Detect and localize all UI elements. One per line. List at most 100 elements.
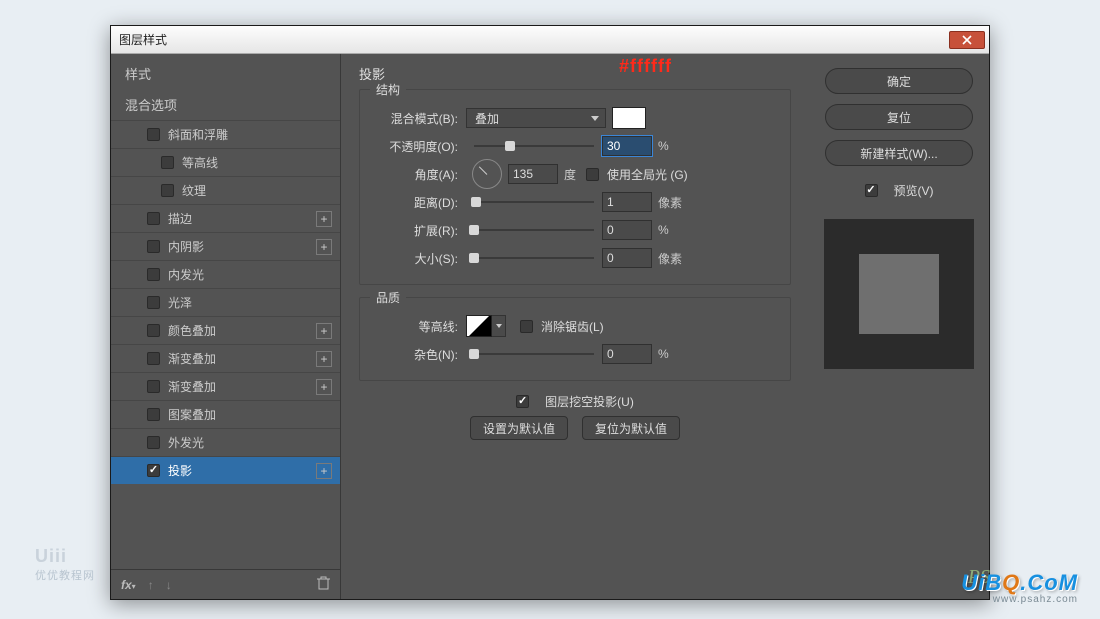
spread-label: 扩展(R): (374, 222, 466, 239)
color-swatch[interactable] (612, 107, 646, 129)
close-button[interactable] (949, 31, 985, 49)
style-item-12[interactable]: 投影 + (111, 456, 340, 484)
opacity-label: 不透明度(O): (374, 138, 466, 155)
blend-mode-select[interactable]: 叠加 (466, 108, 606, 128)
antialias-checkbox[interactable] (520, 320, 533, 333)
style-checkbox[interactable] (161, 184, 174, 197)
add-effect-button[interactable]: + (316, 239, 332, 255)
style-checkbox[interactable] (147, 352, 160, 365)
style-item-label: 渐变叠加 (168, 350, 216, 367)
styles-column: 样式 混合选项 斜面和浮雕等高线纹理描边 + 内阴影 + 内发光光泽颜色叠加 + 渐变叠加 +… (111, 54, 341, 599)
contour-dropdown[interactable] (492, 315, 506, 337)
style-checkbox[interactable] (147, 324, 160, 337)
noise-slider[interactable] (474, 346, 594, 362)
style-checkbox[interactable] (147, 128, 160, 141)
trash-icon[interactable] (317, 576, 330, 593)
preview-checkbox[interactable] (865, 184, 878, 197)
style-item-label: 图案叠加 (168, 406, 216, 423)
style-item-11[interactable]: 外发光 (111, 428, 340, 456)
watermark-right: UiBQ.CoM www.psahz.com (961, 570, 1078, 605)
global-light-label: 使用全局光 (G) (607, 166, 688, 183)
structure-fieldset: 结构 混合模式(B): 叠加 不透明度(O): % 角度(A): 度 (359, 89, 791, 285)
watermark-left: Uiii 优优教程网 (35, 546, 95, 583)
add-effect-button[interactable]: + (316, 463, 332, 479)
noise-label: 杂色(N): (374, 346, 466, 363)
noise-input[interactable] (602, 344, 652, 364)
style-item-label: 纹理 (182, 182, 206, 199)
style-item-label: 斜面和浮雕 (168, 126, 228, 143)
style-item-0[interactable]: 斜面和浮雕 (111, 120, 340, 148)
dialog-title: 图层样式 (119, 31, 167, 48)
style-checkbox[interactable] (147, 212, 160, 225)
style-item-7[interactable]: 颜色叠加 + (111, 316, 340, 344)
quality-legend: 品质 (370, 289, 406, 306)
watermark-logo: UiBQ.CoM (961, 570, 1078, 596)
size-label: 大小(S): (374, 250, 466, 267)
ok-button[interactable]: 确定 (825, 68, 973, 94)
style-item-label: 渐变叠加 (168, 378, 216, 395)
close-icon (962, 35, 972, 45)
opacity-input[interactable] (602, 136, 652, 156)
style-checkbox[interactable] (147, 268, 160, 281)
arrow-up-icon[interactable]: ↑ (148, 578, 154, 592)
angle-dial[interactable] (472, 159, 502, 189)
style-item-label: 内阴影 (168, 238, 204, 255)
styles-header[interactable]: 样式 (111, 54, 340, 89)
style-item-10[interactable]: 图案叠加 (111, 400, 340, 428)
quality-fieldset: 品质 等高线: 消除锯齿(L) 杂色(N): % (359, 297, 791, 381)
panel-title: 投影 (359, 64, 791, 83)
style-checkbox[interactable] (147, 296, 160, 309)
size-slider[interactable] (474, 250, 594, 266)
cancel-button[interactable]: 复位 (825, 104, 973, 130)
style-item-5[interactable]: 内发光 (111, 260, 340, 288)
style-item-9[interactable]: 渐变叠加 + (111, 372, 340, 400)
contour-picker[interactable] (466, 315, 492, 337)
styles-footer: fx▾ ↑ ↓ (111, 569, 340, 599)
style-checkbox[interactable] (147, 240, 160, 253)
reset-default-button[interactable]: 复位为默认值 (582, 416, 680, 440)
preview-box (824, 219, 974, 369)
angle-input[interactable] (508, 164, 558, 184)
size-input[interactable] (602, 248, 652, 268)
style-item-8[interactable]: 渐变叠加 + (111, 344, 340, 372)
style-item-2[interactable]: 纹理 (111, 176, 340, 204)
style-item-label: 等高线 (182, 154, 218, 171)
arrow-down-icon[interactable]: ↓ (166, 578, 172, 592)
layer-style-dialog: 图层样式 样式 混合选项 斜面和浮雕等高线纹理描边 + 内阴影 + 内发光光泽颜色叠加 +… (110, 25, 990, 600)
style-item-label: 描边 (168, 210, 192, 227)
style-item-1[interactable]: 等高线 (111, 148, 340, 176)
style-item-6[interactable]: 光泽 (111, 288, 340, 316)
style-item-4[interactable]: 内阴影 + (111, 232, 340, 260)
fx-icon[interactable]: fx▾ (121, 578, 136, 592)
spread-slider[interactable] (474, 222, 594, 238)
global-light-checkbox[interactable] (586, 168, 599, 181)
distance-input[interactable] (602, 192, 652, 212)
spread-input[interactable] (602, 220, 652, 240)
add-effect-button[interactable]: + (316, 211, 332, 227)
distance-slider[interactable] (474, 194, 594, 210)
style-item-label: 颜色叠加 (168, 322, 216, 339)
style-item-label: 光泽 (168, 294, 192, 311)
make-default-button[interactable]: 设置为默认值 (470, 416, 568, 440)
titlebar: 图层样式 (111, 26, 989, 54)
style-checkbox[interactable] (147, 464, 160, 477)
add-effect-button[interactable]: + (316, 351, 332, 367)
style-checkbox[interactable] (161, 156, 174, 169)
add-effect-button[interactable]: + (316, 323, 332, 339)
styles-list: 样式 混合选项 斜面和浮雕等高线纹理描边 + 内阴影 + 内发光光泽颜色叠加 + 渐变叠加 +… (111, 54, 340, 569)
style-item-3[interactable]: 描边 + (111, 204, 340, 232)
knockout-checkbox[interactable] (516, 395, 529, 408)
blending-options[interactable]: 混合选项 (111, 89, 340, 120)
contour-label: 等高线: (374, 318, 466, 335)
style-checkbox[interactable] (147, 408, 160, 421)
knockout-label: 图层挖空投影(U) (545, 393, 634, 410)
style-checkbox[interactable] (147, 436, 160, 449)
preview-swatch (859, 254, 939, 334)
new-style-button[interactable]: 新建样式(W)... (825, 140, 973, 166)
opacity-slider[interactable] (474, 138, 594, 154)
style-item-label: 投影 (168, 462, 192, 479)
style-checkbox[interactable] (147, 380, 160, 393)
distance-label: 距离(D): (374, 194, 466, 211)
add-effect-button[interactable]: + (316, 379, 332, 395)
style-item-label: 内发光 (168, 266, 204, 283)
